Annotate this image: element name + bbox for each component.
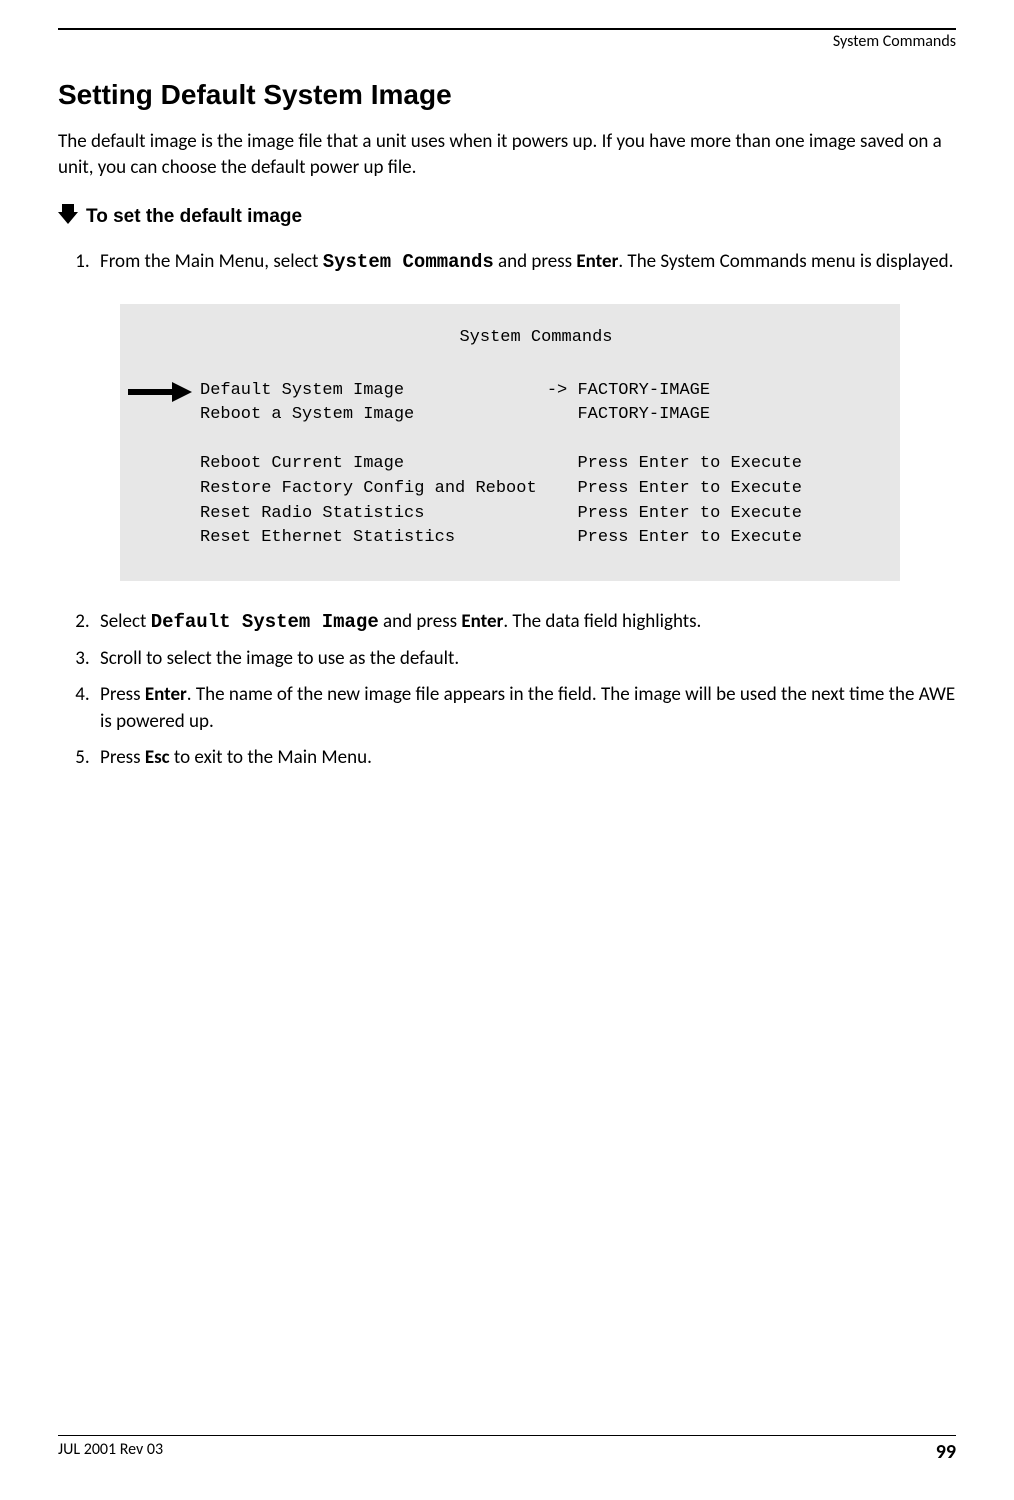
pointer-icon xyxy=(58,202,78,231)
menu-name: System Commands xyxy=(323,251,494,273)
terminal-figure: System Commands Default System Image -> F… xyxy=(120,304,956,581)
procedure-list: From the Main Menu, select System Comman… xyxy=(58,249,956,772)
page-title: Setting Default System Image xyxy=(58,79,956,111)
step-text: . The data field highlights. xyxy=(503,610,701,633)
terminal-title: System Commands xyxy=(200,326,872,351)
step-text: . The name of the new image file appears… xyxy=(100,683,955,733)
intro-paragraph: The default image is the image file that… xyxy=(58,129,956,180)
step-text: Scroll to select the image to use as the… xyxy=(100,647,459,670)
running-header: System Commands xyxy=(58,32,956,51)
step-3: Scroll to select the image to use as the… xyxy=(94,646,956,673)
key-name: Enter xyxy=(461,610,503,633)
page-footer: JUL 2001 Rev 03 99 xyxy=(58,1435,956,1464)
step-text: Select xyxy=(100,610,151,633)
step-text: From the Main Menu, select xyxy=(100,250,323,273)
page-number: 99 xyxy=(936,1440,956,1464)
step-text: and press xyxy=(379,610,462,633)
subheading-text: To set the default image xyxy=(86,206,302,228)
step-2: Select Default System Image and press En… xyxy=(94,609,956,636)
step-text: Press xyxy=(100,683,145,706)
step-text: Press xyxy=(100,746,145,769)
key-name: Enter xyxy=(576,250,618,273)
step-text: . The System Commands menu is displayed. xyxy=(618,250,953,273)
step-text: and press xyxy=(494,250,577,273)
step-5: Press Esc to exit to the Main Menu. xyxy=(94,745,956,772)
header-rule xyxy=(58,28,956,30)
key-name: Esc xyxy=(145,746,170,769)
step-1: From the Main Menu, select System Comman… xyxy=(94,249,956,581)
terminal-box: System Commands Default System Image -> F… xyxy=(120,304,900,581)
callout-arrow-icon xyxy=(128,382,192,411)
menu-item: Default System Image xyxy=(151,611,379,633)
step-4: Press Enter. The name of the new image f… xyxy=(94,682,956,735)
page: System Commands Setting Default System I… xyxy=(0,0,1014,1500)
key-name: Enter xyxy=(145,683,187,706)
subheading-row: To set the default image xyxy=(58,202,956,231)
terminal-body: Default System Image -> FACTORY-IMAGE Re… xyxy=(200,381,802,548)
footer-revision: JUL 2001 Rev 03 xyxy=(58,1440,163,1464)
step-text: to exit to the Main Menu. xyxy=(170,746,372,769)
